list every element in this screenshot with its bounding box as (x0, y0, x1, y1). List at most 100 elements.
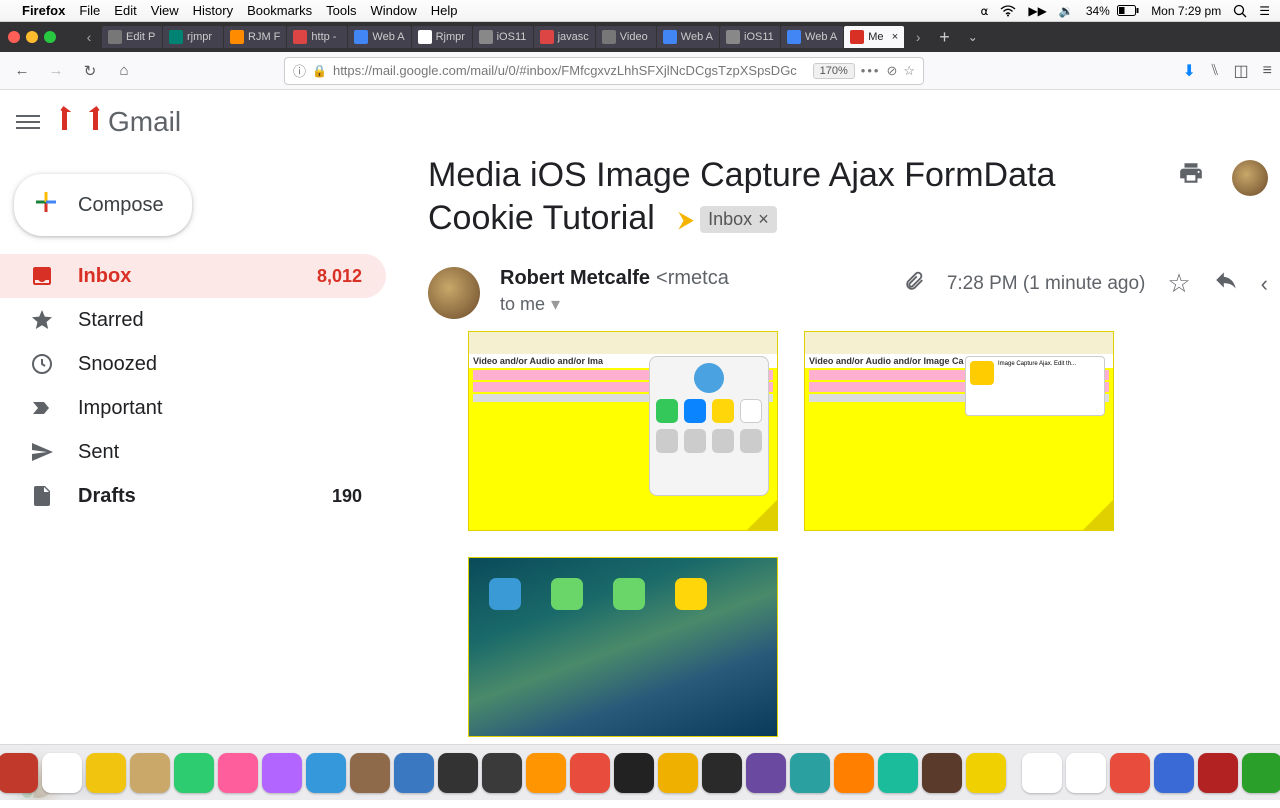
sidebar-item-snoozed[interactable]: Snoozed (0, 342, 386, 386)
dock-app-icon[interactable] (614, 753, 654, 793)
home-button[interactable]: ⌂ (110, 57, 138, 85)
dock-app-icon[interactable] (262, 753, 302, 793)
browser-tab[interactable]: iOS11 (473, 26, 533, 48)
dock-app-icon[interactable] (790, 753, 830, 793)
menu-edit[interactable]: Edit (114, 3, 136, 18)
star-message-icon[interactable]: ☆ (1167, 268, 1190, 299)
browser-tab-active[interactable]: Me× (844, 26, 904, 48)
profile-avatar[interactable] (1232, 160, 1268, 196)
dock-app-icon[interactable] (86, 753, 126, 793)
attachment-thumbnail[interactable] (468, 557, 778, 737)
avast-icon[interactable]: ⍺ (980, 4, 988, 18)
dock-app-icon[interactable] (878, 753, 918, 793)
sidebar-item-sent[interactable]: Sent (0, 430, 386, 474)
hamburger-menu-icon[interactable]: ≡ (1263, 62, 1272, 80)
dock-app-icon[interactable] (570, 753, 610, 793)
browser-tab[interactable]: Web A (657, 26, 719, 48)
dock-app-icon[interactable] (746, 753, 786, 793)
sidebar-item-starred[interactable]: Starred (0, 298, 386, 342)
attachment-thumbnail[interactable]: Video and/or Audio and/or Ima (468, 331, 778, 531)
reload-button[interactable]: ↻ (76, 57, 104, 85)
gmail-logo[interactable]: Gmail (60, 104, 181, 141)
forward-button[interactable]: → (42, 57, 70, 85)
notification-center-icon[interactable]: ☰ (1259, 4, 1270, 18)
main-menu-icon[interactable] (16, 115, 40, 129)
window-maximize-button[interactable] (44, 31, 56, 43)
tab-scroll-right-icon[interactable]: › (907, 29, 929, 45)
window-close-button[interactable] (8, 31, 20, 43)
dock-app-icon[interactable] (130, 753, 170, 793)
clock[interactable]: Mon 7:29 pm (1151, 4, 1221, 18)
dock-app-icon[interactable] (966, 753, 1006, 793)
browser-tab[interactable]: Web A (781, 26, 843, 48)
menu-view[interactable]: View (151, 3, 179, 18)
dock-app-icon[interactable] (174, 753, 214, 793)
browser-tab[interactable]: Edit P (102, 26, 162, 48)
dock-app-icon[interactable] (0, 753, 38, 793)
menu-bookmarks[interactable]: Bookmarks (247, 3, 312, 18)
dock-app-icon[interactable] (922, 753, 962, 793)
dock-app-icon[interactable] (482, 753, 522, 793)
dock-app-icon[interactable] (42, 753, 82, 793)
url-input[interactable]: ⓘ 🔒 https://mail.google.com/mail/u/0/#in… (284, 57, 924, 85)
menu-tools[interactable]: Tools (326, 3, 356, 18)
dock-app-icon[interactable] (1022, 753, 1062, 793)
menu-file[interactable]: File (79, 3, 100, 18)
sidebar-item-inbox[interactable]: Inbox8,012 (0, 254, 386, 298)
menu-help[interactable]: Help (431, 3, 458, 18)
dock-app-icon[interactable] (526, 753, 566, 793)
print-icon[interactable] (1178, 160, 1204, 193)
downloads-icon[interactable]: ⬇ (1183, 61, 1196, 81)
window-minimize-button[interactable] (26, 31, 38, 43)
dock-app-icon[interactable] (438, 753, 478, 793)
show-details-icon[interactable]: ▾ (551, 294, 560, 315)
browser-tab[interactable]: Rjmpr (412, 26, 472, 48)
dock-app-icon[interactable] (834, 753, 874, 793)
reply-icon[interactable] (1213, 267, 1239, 300)
browser-tab[interactable]: Video (596, 26, 656, 48)
dock-app-icon[interactable] (658, 753, 698, 793)
bookmark-star-icon[interactable]: ☆ (903, 63, 915, 79)
remove-label-icon[interactable]: × (758, 208, 769, 231)
reader-mode-icon[interactable]: ⊘ (886, 63, 897, 79)
browser-tab[interactable]: Web A (348, 26, 410, 48)
playback-icon[interactable]: ▶▶ (1028, 4, 1046, 18)
important-marker-icon[interactable]: ⮞ (678, 206, 694, 234)
more-actions-icon[interactable]: ‹ (1261, 271, 1268, 297)
wifi-icon[interactable] (1000, 5, 1016, 17)
page-actions-icon[interactable]: ••• (861, 63, 881, 78)
browser-tab[interactable]: RJM F (224, 26, 286, 48)
dock-app-icon[interactable] (306, 753, 346, 793)
zoom-badge[interactable]: 170% (813, 63, 855, 79)
browser-tab[interactable]: rjmpr (163, 26, 223, 48)
dock-app-icon[interactable] (350, 753, 390, 793)
new-tab-button[interactable]: + (931, 27, 958, 48)
dock-app-icon[interactable] (702, 753, 742, 793)
app-menu[interactable]: Firefox (22, 3, 65, 18)
sidebar-item-important[interactable]: Important (0, 386, 386, 430)
sidebar-item-drafts[interactable]: Drafts190 (0, 474, 386, 518)
library-icon[interactable]: ⑊ (1210, 62, 1220, 80)
dock-app-icon[interactable] (394, 753, 434, 793)
volume-icon[interactable]: 🔉 (1059, 4, 1074, 18)
attachment-icon[interactable] (903, 270, 925, 298)
dock-app-icon[interactable] (1198, 753, 1238, 793)
sender-avatar[interactable] (428, 267, 480, 319)
tab-scroll-left-icon[interactable]: ‹ (78, 29, 100, 45)
browser-tab[interactable]: http - (287, 26, 347, 48)
browser-tab[interactable]: iOS11 (720, 26, 780, 48)
dock-app-icon[interactable] (1110, 753, 1150, 793)
compose-button[interactable]: Compose (14, 174, 192, 236)
dock-app-icon[interactable] (218, 753, 258, 793)
dock-app-icon[interactable] (1066, 753, 1106, 793)
inbox-label-chip[interactable]: Inbox × (700, 206, 777, 233)
sidebar-icon[interactable]: ◫ (1234, 61, 1249, 81)
spotlight-icon[interactable] (1233, 4, 1247, 18)
browser-tab[interactable]: javasc (534, 26, 595, 48)
site-info-icon[interactable]: ⓘ (293, 61, 306, 80)
dock-app-icon[interactable] (1242, 753, 1280, 793)
attachment-thumbnail[interactable]: Video and/or Audio and/or Image Ca Image… (804, 331, 1114, 531)
back-button[interactable]: ← (8, 57, 36, 85)
dock-app-icon[interactable] (1154, 753, 1194, 793)
tab-list-button[interactable]: ⌄ (960, 30, 986, 44)
